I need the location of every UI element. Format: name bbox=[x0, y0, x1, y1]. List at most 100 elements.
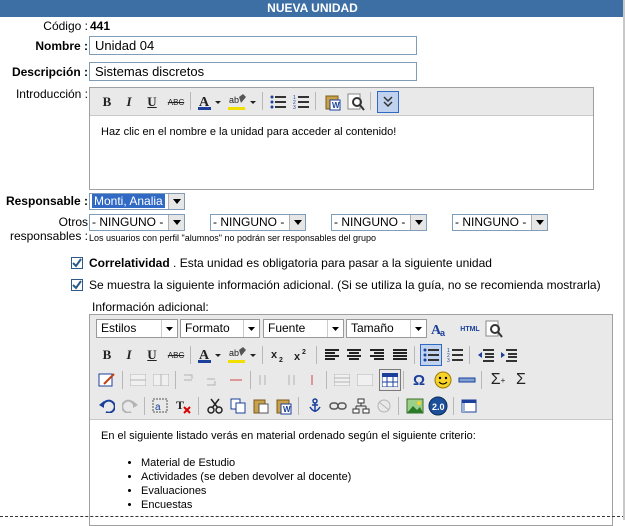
special-char-icon[interactable]: Ω bbox=[409, 370, 429, 390]
codigo-label: Código : bbox=[43, 19, 88, 33]
numbered-list-icon[interactable]: 123 bbox=[445, 345, 465, 365]
otros-select-2[interactable]: - NINGUNO - bbox=[210, 214, 306, 231]
svg-text:2: 2 bbox=[279, 357, 283, 363]
info-adicional-list[interactable]: Material de Estudio Actividades (se debe… bbox=[101, 456, 351, 512]
introduccion-toolbar: B I U ABC A ab 123 W bbox=[90, 88, 593, 116]
preview-icon[interactable] bbox=[484, 319, 504, 339]
align-right-icon[interactable] bbox=[367, 345, 387, 365]
highlight-color-icon[interactable]: ab bbox=[227, 92, 257, 112]
correlatividad-bold: Correlatividad bbox=[89, 256, 170, 270]
link-icon[interactable] bbox=[328, 396, 348, 416]
paste-word-icon[interactable]: W bbox=[274, 396, 294, 416]
delete-col-icon[interactable] bbox=[302, 370, 322, 390]
svg-text:T: T bbox=[176, 398, 184, 412]
text-color-icon[interactable]: A bbox=[196, 345, 222, 365]
align-left-icon[interactable] bbox=[322, 345, 342, 365]
font-combo[interactable]: Fuente bbox=[263, 319, 344, 338]
introduccion-label: Introducción : bbox=[15, 87, 88, 101]
paste-icon[interactable] bbox=[251, 396, 271, 416]
delete-row-icon[interactable] bbox=[226, 370, 246, 390]
fullscreen-icon[interactable] bbox=[459, 396, 479, 416]
svg-text:ab: ab bbox=[229, 348, 239, 358]
otros-label-1: Otros bbox=[58, 215, 88, 229]
sum-icon[interactable]: Σ bbox=[511, 370, 531, 390]
undo-icon[interactable] bbox=[97, 396, 117, 416]
info-adicional-intro[interactable]: En el siguiente listado verás en materia… bbox=[101, 430, 476, 442]
correlatividad-checkbox[interactable] bbox=[71, 257, 83, 269]
outdent-icon[interactable] bbox=[476, 345, 496, 365]
subscript-icon[interactable]: x2 bbox=[269, 345, 289, 365]
nombre-label: Nombre : bbox=[35, 39, 88, 53]
align-justify-icon[interactable] bbox=[390, 345, 410, 365]
sitemap-icon[interactable] bbox=[351, 396, 371, 416]
table-col-icon[interactable] bbox=[151, 370, 171, 390]
remove-format-icon[interactable]: Aa bbox=[429, 319, 449, 339]
bold-icon[interactable]: B bbox=[97, 345, 117, 365]
toolbar-collapse-icon[interactable] bbox=[377, 91, 399, 113]
unlink-icon[interactable] bbox=[374, 396, 394, 416]
otros-select-4[interactable]: - NINGUNO - bbox=[452, 214, 548, 231]
otros-select-1[interactable]: - NINGUNO - bbox=[89, 214, 185, 231]
insert-table-icon[interactable] bbox=[379, 369, 401, 391]
chevron-down-icon bbox=[243, 320, 259, 337]
bulleted-list-icon[interactable] bbox=[420, 344, 442, 366]
strikethrough-icon[interactable]: ABC bbox=[166, 92, 186, 112]
anchor-icon[interactable] bbox=[305, 396, 325, 416]
italic-icon[interactable]: I bbox=[119, 345, 139, 365]
italic-icon[interactable]: I bbox=[119, 92, 139, 112]
superscript-icon[interactable]: x2 bbox=[292, 345, 312, 365]
emoticon-icon[interactable] bbox=[433, 370, 453, 390]
check-icon bbox=[72, 280, 82, 290]
clear-format-icon[interactable]: T bbox=[174, 396, 194, 416]
paste-word-icon[interactable]: W bbox=[323, 92, 343, 112]
codigo-value: 441 bbox=[90, 19, 111, 33]
info-adicional-checkbox[interactable] bbox=[71, 279, 83, 291]
chevron-down-icon bbox=[410, 215, 426, 230]
strikethrough-icon[interactable]: ABC bbox=[166, 345, 186, 365]
chevron-down-icon bbox=[289, 215, 305, 230]
table-row-icon[interactable] bbox=[128, 370, 148, 390]
insert-col-before-icon[interactable] bbox=[256, 370, 276, 390]
split-cells-icon[interactable] bbox=[332, 370, 352, 390]
responsable-selected: Monti, Analia bbox=[92, 194, 165, 208]
insert-col-after-icon[interactable] bbox=[279, 370, 299, 390]
size-combo[interactable]: Tamaño bbox=[346, 319, 427, 338]
redo-icon[interactable] bbox=[120, 396, 140, 416]
otros-select-1-value: - NINGUNO - bbox=[92, 215, 164, 229]
image-icon[interactable] bbox=[405, 396, 425, 416]
info-adicional-label: Información adicional: bbox=[92, 300, 209, 314]
preview-icon[interactable] bbox=[346, 92, 366, 112]
indent-icon[interactable] bbox=[499, 345, 519, 365]
insert-row-after-icon[interactable] bbox=[203, 370, 223, 390]
nombre-input[interactable]: Unidad 04 bbox=[89, 36, 417, 55]
otros-select-3[interactable]: - NINGUNO - bbox=[331, 214, 427, 231]
numbered-list-icon[interactable]: 123 bbox=[291, 92, 311, 112]
svg-text:a: a bbox=[440, 328, 446, 337]
descripcion-input[interactable]: Sistemas discretos bbox=[89, 62, 417, 81]
highlight-color-icon[interactable]: ab bbox=[227, 345, 257, 365]
style-combo[interactable]: Estilos bbox=[96, 319, 178, 338]
horizontal-rule-icon[interactable] bbox=[457, 370, 477, 390]
insert-row-before-icon[interactable] bbox=[180, 370, 200, 390]
copy-icon[interactable] bbox=[228, 396, 248, 416]
text-color-icon[interactable]: A bbox=[196, 92, 222, 112]
format-combo[interactable]: Formato bbox=[180, 319, 260, 338]
introduccion-content[interactable]: Haz clic en el nombre e la unidad para a… bbox=[101, 126, 396, 138]
bold-icon[interactable]: B bbox=[97, 92, 117, 112]
bulleted-list-icon[interactable] bbox=[268, 92, 288, 112]
responsable-label: Responsable : bbox=[5, 194, 88, 208]
cut-icon[interactable] bbox=[205, 396, 225, 416]
chevron-down-icon bbox=[161, 320, 177, 337]
web20-icon[interactable]: 2.0 bbox=[428, 396, 448, 416]
sum-insert-icon[interactable]: Σ + bbox=[488, 370, 508, 390]
select-all-icon[interactable]: a bbox=[151, 396, 171, 416]
merge-cells-icon[interactable] bbox=[355, 370, 375, 390]
edit-style-icon[interactable] bbox=[97, 370, 117, 390]
underline-icon[interactable]: U bbox=[142, 345, 162, 365]
align-center-icon[interactable] bbox=[344, 345, 364, 365]
underline-icon[interactable]: U bbox=[142, 92, 162, 112]
html-source-icon[interactable]: HTML bbox=[458, 319, 482, 339]
chevron-down-icon bbox=[410, 320, 426, 337]
responsable-select[interactable]: Monti, Analia bbox=[89, 193, 185, 210]
chevron-down-icon bbox=[327, 320, 343, 337]
